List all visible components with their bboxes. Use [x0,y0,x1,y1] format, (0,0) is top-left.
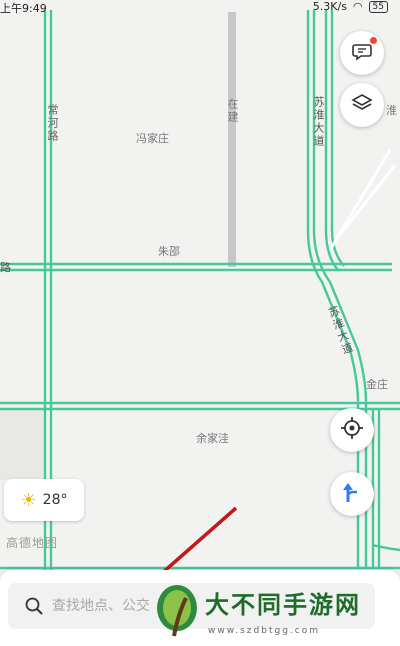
message-button[interactable] [340,31,384,75]
map-label-edge-fragment: 淮 [386,104,397,117]
map-label-yujiawa: 余家洼 [196,432,229,445]
route-icon [340,480,364,508]
leaf-logo-icon [157,585,197,637]
map-label-fengjiazhuang: 冯家庄 [136,132,169,145]
status-bar: 上午9:49 5.3K/s ◠ 55 [0,0,400,15]
map-label-zaijian: 在建 [226,98,239,124]
map-label-road-fragment: 路 [0,261,11,274]
route-button[interactable] [330,472,374,516]
watermark-title: 大不同手游网 [205,591,361,619]
watermark-url: www.szdbtgg.com [208,626,320,636]
status-right: 5.3K/s ◠ 55 [313,0,388,13]
layers-icon [351,92,373,118]
sun-icon: ☀ [20,489,37,511]
network-speed: 5.3K/s [312,0,347,13]
map-label-zhuzhao: 朱邵 [158,245,180,258]
search-icon [24,596,44,616]
weather-temperature: 28° [42,492,68,508]
map-logo: 高德地图 [6,536,59,550]
layers-button[interactable] [340,83,384,127]
wifi-icon: ◠ [352,0,363,13]
locate-button[interactable] [330,408,374,452]
status-time: 上午9:49 [0,2,47,15]
map-label-jinzhuang: 金庄 [366,378,388,391]
locate-icon [340,416,364,444]
map-label-suhuai-avenue-north: 苏淮大道 [312,96,325,148]
watermark: 大不同手游网 www.szdbtgg.com [150,580,400,646]
notification-dot-icon [370,37,377,44]
message-icon [351,40,373,66]
weather-chip[interactable]: ☀ 28° [4,479,84,521]
battery-level: 55 [368,0,388,13]
map-label-changhe-road: 常河路 [46,104,59,143]
